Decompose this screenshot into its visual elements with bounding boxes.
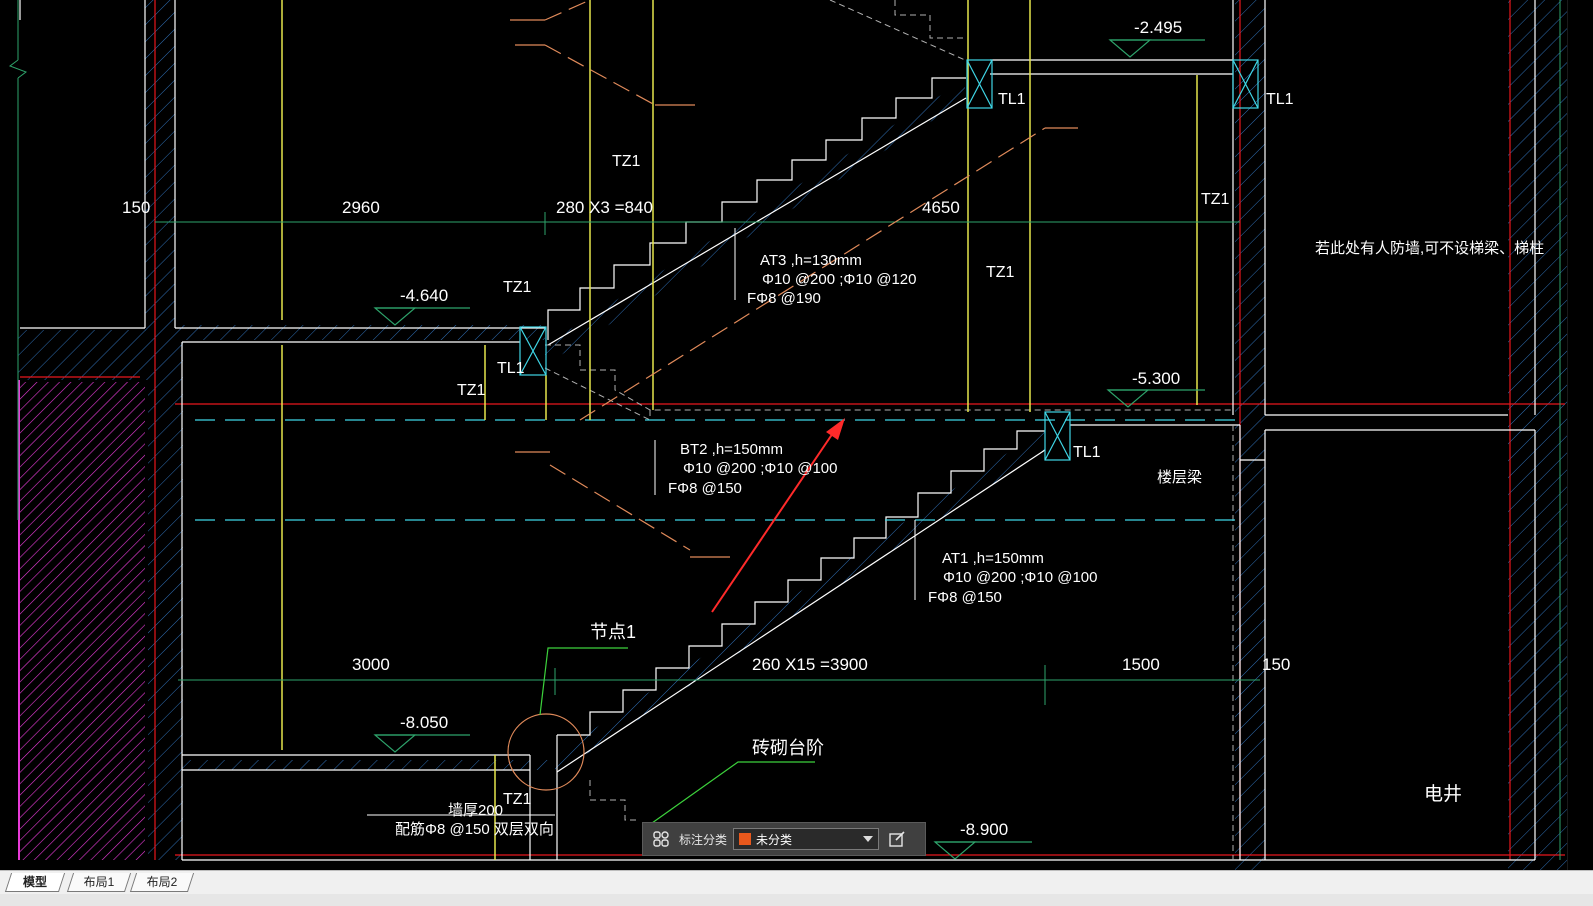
category-color-swatch bbox=[739, 833, 752, 845]
dim-2960: 2960 bbox=[342, 198, 380, 217]
node1-label: 节点1 bbox=[590, 622, 636, 642]
elev-m4640: -4.640 bbox=[400, 286, 448, 305]
tz1-label-a: TZ1 bbox=[612, 153, 641, 170]
bt2-spec-3: FΦ8 @150 bbox=[668, 480, 742, 497]
cad-drawing-canvas[interactable]: 150 2960 280 X3 =840 4650 3000 260 X15 =… bbox=[0, 0, 1593, 882]
dim-4650: 4650 bbox=[922, 198, 960, 217]
tl1-label-d: TL1 bbox=[1073, 444, 1101, 461]
annotation-category-toolbar: 标注分类 未分类 bbox=[642, 822, 926, 856]
civil-defense-note: 若此处有人防墙,可不设梯梁、梯柱 bbox=[1315, 240, 1544, 257]
dim-260x15: 260 X15 =3900 bbox=[752, 655, 868, 674]
elev-m2495: -2.495 bbox=[1134, 18, 1182, 37]
walls bbox=[19, 0, 1536, 861]
tz1-label-f: TZ1 bbox=[503, 791, 532, 808]
tz1-label-c: TZ1 bbox=[457, 382, 486, 399]
elev-m8900: -8.900 bbox=[960, 820, 1008, 839]
wall-thickness-note: 墙厚200 bbox=[448, 802, 503, 819]
at3-spec-3: FΦ8 @190 bbox=[747, 290, 821, 307]
at1-spec-2: Φ10 @200 ;Φ10 @100 bbox=[943, 569, 1097, 586]
tab-model[interactable]: 模型 bbox=[4, 873, 66, 892]
magenta-hatch-zone bbox=[20, 382, 145, 860]
tz1-label-e: TZ1 bbox=[1201, 191, 1230, 208]
at3-spec-2: Φ10 @200 ;Φ10 @120 bbox=[762, 271, 916, 288]
vertical-scrollbar[interactable] bbox=[1567, 0, 1593, 882]
floor-beam-note: 楼层梁 bbox=[1157, 469, 1202, 486]
tl1-label-c: TL1 bbox=[1266, 91, 1294, 108]
at1-spec-1: AT1 ,h=150mm bbox=[942, 550, 1044, 567]
dim-1500: 1500 bbox=[1122, 655, 1160, 674]
tl1-beam-boxes bbox=[519, 59, 1259, 461]
tab-layout1[interactable]: 布局1 bbox=[66, 873, 132, 892]
edit-icon[interactable] bbox=[885, 827, 909, 851]
dim-150-left: 150 bbox=[122, 198, 150, 217]
brick-step-label: 砖砌台阶 bbox=[752, 738, 824, 758]
tl1-label-b: TL1 bbox=[998, 91, 1026, 108]
rebar-note: 配筋Φ8 @150 双层双向 bbox=[395, 821, 554, 838]
annotation-category-label: 标注分类 bbox=[679, 832, 728, 847]
at3-spec-1: AT3 ,h=130mm bbox=[760, 252, 862, 269]
electric-shaft-label: 电井 bbox=[1424, 783, 1462, 805]
dim-280x3: 280 X3 =840 bbox=[556, 198, 653, 217]
elev-m8050: -8.050 bbox=[400, 713, 448, 732]
layout-tab-bar: 模型 布局1 布局2 bbox=[0, 870, 1593, 895]
tl1-label-a: TL1 bbox=[497, 360, 525, 377]
dropdown-value: 未分类 bbox=[756, 832, 793, 847]
tz1-label-b: TZ1 bbox=[503, 279, 532, 296]
chevron-down-icon bbox=[863, 836, 874, 842]
tab-layout2[interactable]: 布局2 bbox=[129, 873, 195, 892]
at1-spec-3: FΦ8 @150 bbox=[928, 589, 1002, 606]
annotation-category-dropdown[interactable]: 未分类 bbox=[733, 828, 880, 850]
category-icon[interactable] bbox=[649, 827, 673, 851]
dim-3000: 3000 bbox=[352, 655, 390, 674]
status-strip bbox=[0, 894, 1593, 906]
dim-150-right: 150 bbox=[1262, 655, 1290, 674]
tz1-label-d: TZ1 bbox=[986, 264, 1015, 281]
elev-m5300: -5.300 bbox=[1132, 369, 1180, 388]
bt2-spec-2: Φ10 @200 ;Φ10 @100 bbox=[683, 460, 837, 477]
bt2-spec-1: BT2 ,h=150mm bbox=[680, 441, 783, 458]
